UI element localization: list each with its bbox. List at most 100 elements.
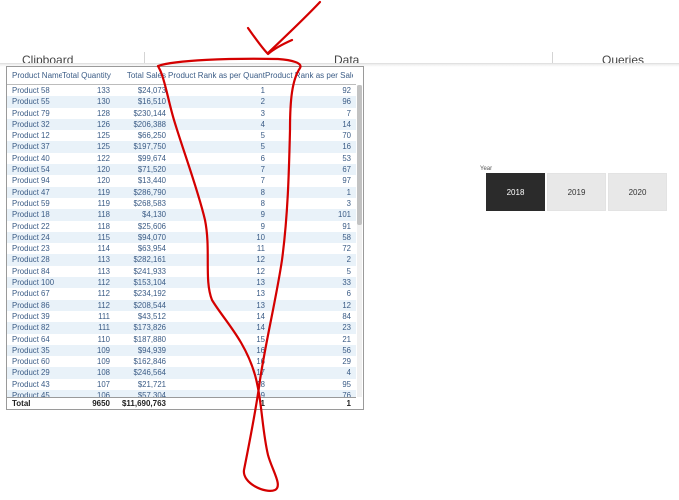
- cell-total-sales: $241,933: [133, 266, 166, 276]
- cell-total-quantity: 120: [96, 165, 110, 175]
- cell-product-name: Product 40: [12, 153, 50, 163]
- cell-total-sales: $206,388: [133, 119, 166, 129]
- cell-rank-quantity: 18: [256, 379, 265, 389]
- cell-rank-quantity: 11: [256, 244, 265, 254]
- cell-total-quantity: 109: [96, 357, 110, 367]
- table-row[interactable]: Product 84 113 $241,933 12 5: [7, 266, 356, 277]
- cell-total-sales: $43,512: [137, 311, 166, 321]
- cell-rank-sales: 67: [342, 165, 351, 175]
- cell-total-quantity: 130: [96, 97, 110, 107]
- table-row[interactable]: Product 37 125 $197,750 5 16: [7, 141, 356, 153]
- cell-total-quantity: 109: [96, 345, 110, 355]
- table-row[interactable]: Product 24 115 $94,070 10 58: [7, 231, 356, 244]
- cell-total-sales: $268,583: [133, 198, 166, 208]
- table-row[interactable]: Product 23 114 $63,954 11 72: [7, 243, 356, 254]
- cell-total-sales: $208,544: [133, 300, 166, 310]
- cell-rank-quantity: 13: [256, 289, 265, 299]
- year-slicer: 2018 2019 2020: [486, 173, 667, 211]
- table-row[interactable]: Product 18 118 $4,130 9 101: [7, 209, 356, 221]
- table-row[interactable]: Product 86 112 $208,544 13 12: [7, 299, 356, 311]
- table-row[interactable]: Product 59 119 $268,583 8 3: [7, 198, 356, 209]
- table-row[interactable]: Product 54 120 $71,520 7 67: [7, 164, 356, 176]
- table-row[interactable]: Product 58 133 $24,073 1 92: [7, 85, 356, 96]
- cell-rank-sales: 33: [342, 278, 351, 288]
- cell-product-name: Product 37: [12, 142, 50, 152]
- cell-total-quantity: 112: [97, 300, 110, 310]
- cell-rank-quantity: 9: [260, 210, 265, 220]
- cell-rank-sales: 76: [342, 391, 351, 397]
- cell-total-quantity: 125: [96, 142, 110, 152]
- vertical-scrollbar[interactable]: [357, 85, 362, 397]
- table-row[interactable]: Product 39 111 $43,512 14 84: [7, 311, 356, 322]
- cell-product-name: Product 60: [12, 357, 50, 367]
- cell-total-sales: $99,674: [137, 153, 166, 163]
- table-row[interactable]: Product 35 109 $94,939 16 56: [7, 344, 356, 357]
- table-row[interactable]: Product 55 130 $16,510 2 96: [7, 96, 356, 108]
- cell-product-name: Product 84: [12, 266, 50, 276]
- table-row[interactable]: Product 100 112 $153,104 13 33: [7, 277, 356, 289]
- cell-rank-sales: 53: [342, 153, 351, 163]
- column-header-rank-quantity[interactable]: Product Rank as per Quantity: [168, 67, 265, 84]
- cell-rank-sales: 4: [346, 368, 351, 378]
- cell-product-name: Product 55: [12, 97, 50, 107]
- cell-total-sales: $57,304: [137, 391, 166, 397]
- table-row[interactable]: Product 12 125 $66,250 5 70: [7, 130, 356, 141]
- scrollbar-thumb[interactable]: [357, 85, 362, 225]
- cell-total-quantity: 111: [98, 323, 110, 333]
- table-row[interactable]: Product 43 107 $21,721 18 95: [7, 379, 356, 390]
- cell-total-sales: $24,073: [137, 86, 166, 95]
- table-row[interactable]: Product 45 106 $57,304 19 76: [7, 390, 356, 397]
- column-header-total-quantity[interactable]: Total Quantity: [62, 67, 112, 84]
- cell-total-sales: $230,144: [133, 108, 166, 118]
- table-row[interactable]: Product 22 118 $25,606 9 91: [7, 221, 356, 232]
- column-header-total-sales[interactable]: Total Sales: [112, 67, 168, 84]
- cell-rank-quantity: 12: [256, 266, 265, 276]
- table-row[interactable]: Product 64 110 $187,880 15 21: [7, 334, 356, 345]
- table-row[interactable]: Product 82 111 $173,826 14 23: [7, 322, 356, 334]
- cell-rank-quantity: 4: [260, 119, 265, 129]
- cell-total-quantity: 120: [96, 176, 110, 186]
- cell-rank-sales: 14: [342, 119, 351, 129]
- slicer-option-2019[interactable]: 2019: [547, 173, 606, 211]
- table-row[interactable]: Product 40 122 $99,674 6 53: [7, 153, 356, 164]
- cell-rank-sales: 91: [342, 221, 351, 231]
- cell-rank-quantity: 14: [256, 311, 265, 321]
- column-header-product-name[interactable]: Product Name: [7, 67, 62, 84]
- cell-product-name: Product 45: [12, 391, 50, 397]
- cell-total-quantity: 118: [97, 210, 110, 220]
- cell-total-sales: $282,161: [133, 255, 166, 265]
- table-row[interactable]: Product 29 108 $246,564 17 4: [7, 367, 356, 379]
- cell-rank-quantity: 3: [260, 108, 265, 118]
- table-visual[interactable]: Product Name Total Quantity Total Sales …: [6, 66, 364, 410]
- table-row[interactable]: Product 60 109 $162,846 16 29: [7, 356, 356, 367]
- cell-total-sales: $187,880: [133, 334, 166, 344]
- cell-product-name: Product 28: [12, 255, 50, 265]
- slicer-option-2020[interactable]: 2020: [608, 173, 667, 211]
- cell-total-quantity: 108: [96, 368, 110, 378]
- cell-product-name: Product 94: [12, 176, 50, 186]
- cell-rank-sales: 16: [342, 142, 351, 152]
- cell-rank-quantity: 10: [256, 232, 265, 242]
- cell-total-sales: $4,130: [142, 210, 166, 220]
- cell-product-name: Product 67: [12, 289, 50, 299]
- table-row[interactable]: Product 67 112 $234,192 13 6: [7, 288, 356, 299]
- cell-rank-sales: 58: [342, 232, 351, 242]
- table-row[interactable]: Product 28 113 $282,161 12 2: [7, 254, 356, 266]
- slicer-option-2018[interactable]: 2018: [486, 173, 545, 211]
- cell-total-quantity: 125: [96, 131, 110, 141]
- column-header-rank-sales[interactable]: Product Rank as per Sales: [265, 67, 353, 84]
- cell-total-quantity: 118: [97, 221, 110, 231]
- cell-total-sales: $66,250: [137, 131, 166, 141]
- cell-total-quantity: 112: [97, 278, 110, 288]
- table-row[interactable]: Product 79 128 $230,144 3 7: [7, 108, 356, 119]
- cell-total-quantity: 107: [96, 379, 110, 389]
- table-row[interactable]: Product 94 120 $13,440 7 97: [7, 175, 356, 186]
- cell-total-sales: $234,192: [133, 289, 166, 299]
- cell-rank-sales: 29: [342, 357, 351, 367]
- cell-total-quantity: 111: [98, 311, 110, 321]
- cell-product-name: Product 43: [12, 379, 50, 389]
- cell-product-name: Product 12: [12, 131, 50, 141]
- cell-rank-quantity: 14: [256, 323, 265, 333]
- table-row[interactable]: Product 47 119 $286,790 8 1: [7, 186, 356, 198]
- table-row[interactable]: Product 32 126 $206,388 4 14: [7, 118, 356, 131]
